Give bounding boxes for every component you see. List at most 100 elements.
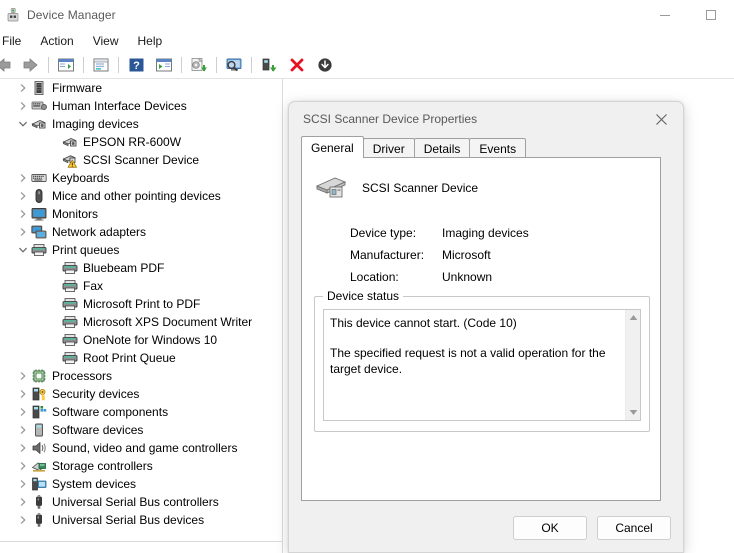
tree-item[interactable]: Sound, video and game controllers <box>0 439 282 457</box>
tree-item[interactable]: Mice and other pointing devices <box>0 187 282 205</box>
scroll-up-arrow-icon <box>629 315 638 320</box>
system-device-icon <box>31 476 47 492</box>
manufacturer-row: Manufacturer: Microsoft <box>350 244 529 266</box>
show-hide-console-tree-button[interactable] <box>55 54 77 76</box>
security-icon <box>31 386 47 402</box>
device-type-value: Imaging devices <box>442 226 529 240</box>
menu-file[interactable]: File <box>0 31 30 51</box>
toolbar: ? <box>0 52 734 79</box>
title-bar: Device Manager <box>0 0 734 30</box>
device-status-textbox[interactable]: This device cannot start. (Code 10) The … <box>323 309 641 421</box>
device-tree[interactable]: Firmware Human Interface Devices Imaging d… <box>0 79 282 541</box>
sound-icon <box>31 440 47 456</box>
usb-icon <box>31 512 47 528</box>
tree-item[interactable]: Monitors <box>0 205 282 223</box>
tree-item[interactable]: Imaging devices <box>0 115 282 133</box>
tree-item[interactable]: Bluebeam PDF <box>0 259 282 277</box>
status-line-2: The specified request is not a valid ope… <box>330 346 606 376</box>
update-driver-button[interactable] <box>188 54 210 76</box>
tree-item[interactable]: Software components <box>0 403 282 421</box>
tab-events[interactable]: Events <box>469 138 527 158</box>
tree-item[interactable]: Universal Serial Bus controllers <box>0 493 282 511</box>
tree-item[interactable]: Microsoft XPS Document Writer <box>0 313 282 331</box>
panel-divider <box>282 79 283 553</box>
uninstall-device-button[interactable] <box>286 54 308 76</box>
dialog-close-button[interactable] <box>639 102 683 136</box>
imaging-icon <box>31 116 47 132</box>
tree-item[interactable]: Print queues <box>0 241 282 259</box>
menu-help[interactable]: Help <box>129 31 172 51</box>
status-line-1: This device cannot start. (Code 10) <box>330 316 517 330</box>
tree-item[interactable]: System devices <box>0 475 282 493</box>
tree-item[interactable]: Keyboards <box>0 169 282 187</box>
console-view-button[interactable] <box>153 54 175 76</box>
chevron-right-icon[interactable] <box>15 494 31 510</box>
location-row: Location: Unknown <box>350 266 529 288</box>
tab-details[interactable]: Details <box>413 138 471 158</box>
chevron-right-icon[interactable] <box>15 98 31 114</box>
tree-item[interactable]: Firmware <box>0 79 282 97</box>
chevron-right-icon[interactable] <box>15 386 31 402</box>
tree-item[interactable]: Storage controllers <box>0 457 282 475</box>
tree-item-label: Firmware <box>52 81 102 95</box>
tree-item[interactable]: Human Interface Devices <box>0 97 282 115</box>
ok-button[interactable]: OK <box>513 516 587 540</box>
chevron-down-icon[interactable] <box>15 116 31 132</box>
menu-view[interactable]: View <box>84 31 128 51</box>
chevron-right-icon[interactable] <box>15 404 31 420</box>
tree-item[interactable]: SCSI Scanner Device <box>0 151 282 169</box>
scroll-down-button[interactable] <box>626 405 640 420</box>
tree-item[interactable]: EPSON RR-600W <box>0 133 282 151</box>
disable-device-button[interactable] <box>314 54 336 76</box>
tree-item[interactable]: Software devices <box>0 421 282 439</box>
device-type-row: Device type: Imaging devices <box>350 222 529 244</box>
device-status-scrollbar[interactable] <box>625 310 640 420</box>
chevron-right-icon[interactable] <box>15 476 31 492</box>
tree-expander-spacer <box>46 332 62 348</box>
chevron-right-icon[interactable] <box>15 440 31 456</box>
dialog-footer: OK Cancel <box>289 500 683 552</box>
chevron-right-icon[interactable] <box>15 368 31 384</box>
chevron-right-icon[interactable] <box>15 422 31 438</box>
back-button[interactable] <box>0 54 14 76</box>
tree-item[interactable]: Network adapters <box>0 223 282 241</box>
help-icon: ? <box>129 58 143 72</box>
tree-item[interactable]: OneNote for Windows 10 <box>0 331 282 349</box>
chevron-right-icon[interactable] <box>15 188 31 204</box>
tree-item[interactable]: Processors <box>0 367 282 385</box>
help-button[interactable]: ? <box>125 54 147 76</box>
tree-item[interactable]: Root Print Queue <box>0 349 282 367</box>
forward-icon <box>23 58 38 72</box>
maximize-button[interactable] <box>688 0 734 30</box>
properties-window-button[interactable] <box>90 54 112 76</box>
chevron-right-icon[interactable] <box>15 170 31 186</box>
tree-item-label: Root Print Queue <box>83 351 176 365</box>
chevron-right-icon[interactable] <box>15 458 31 474</box>
chevron-down-icon[interactable] <box>15 242 31 258</box>
tab-general[interactable]: General <box>301 136 364 158</box>
chevron-right-icon[interactable] <box>15 80 31 96</box>
device-properties-button[interactable] <box>258 54 280 76</box>
minimize-button[interactable] <box>642 0 688 30</box>
chevron-right-icon[interactable] <box>15 206 31 222</box>
tree-item[interactable]: Microsoft Print to PDF <box>0 295 282 313</box>
tree-item-label: OneNote for Windows 10 <box>83 333 218 347</box>
processor-icon <box>31 368 47 384</box>
disable-device-icon <box>318 58 332 72</box>
scan-for-hardware-changes-button[interactable] <box>223 54 245 76</box>
tab-driver[interactable]: Driver <box>362 138 415 158</box>
chevron-right-icon[interactable] <box>15 512 31 528</box>
cancel-button[interactable]: Cancel <box>597 516 671 540</box>
scroll-up-button[interactable] <box>626 310 640 325</box>
hid-icon <box>31 98 47 114</box>
tree-item[interactable]: Universal Serial Bus devices <box>0 511 282 529</box>
chevron-right-icon[interactable] <box>15 224 31 240</box>
properties-window-icon <box>93 58 109 72</box>
tree-item[interactable]: Security devices <box>0 385 282 403</box>
forward-button[interactable] <box>20 54 42 76</box>
dialog-title: SCSI Scanner Device Properties <box>303 112 478 126</box>
menu-action[interactable]: Action <box>31 31 82 51</box>
tree-item[interactable]: Fax <box>0 277 282 295</box>
window-controls <box>642 0 734 30</box>
tree-item-label: Sound, video and game controllers <box>52 441 238 455</box>
